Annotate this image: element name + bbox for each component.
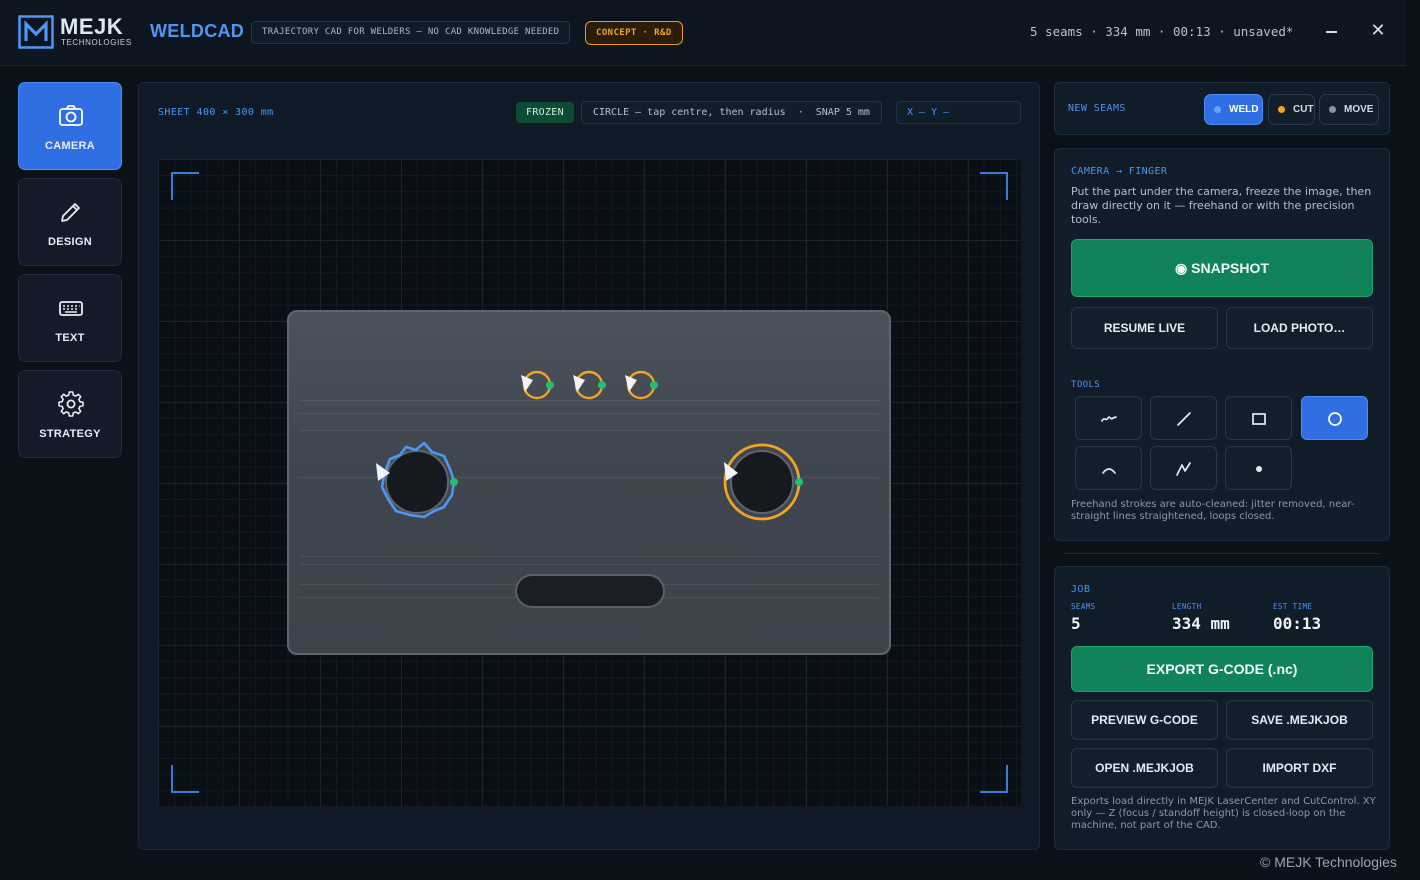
logo-word: MEJK (60, 14, 124, 39)
resume-live-button[interactable]: RESUME LIVE (1071, 307, 1218, 349)
copyright: © MEJK Technologies (1260, 854, 1397, 870)
mode-label: WELD (1229, 104, 1259, 115)
seam-end-point (450, 478, 458, 486)
time-stat-value: 00:13 (1273, 614, 1322, 633)
cursor-coordinates: X — Y — (896, 101, 1021, 124)
polyline-tool[interactable] (1150, 446, 1217, 490)
freehand-tool[interactable] (1075, 396, 1142, 440)
camera-description: Put the part under the camera, freeze th… (1071, 185, 1372, 226)
seams-stat-label: SEAMS (1071, 602, 1096, 611)
length-stat-value: 334 mm (1172, 614, 1230, 633)
nav-label: STRATEGY (39, 428, 101, 440)
line-icon (1177, 412, 1191, 426)
workspace-panel: SHEET 400 × 300 mm FROZEN CIRCLE — tap c… (138, 82, 1040, 850)
new-seams-label: NEW SEAMS (1068, 103, 1126, 114)
mode-label: CUT (1293, 104, 1314, 115)
rectangle-tool[interactable] (1225, 396, 1292, 440)
nav-label: TEXT (55, 332, 85, 344)
minimize-button[interactable] (1326, 31, 1337, 33)
mode-weld-button[interactable]: WELD (1204, 94, 1263, 125)
seams-stat-value: 5 (1071, 614, 1081, 633)
cut-seam[interactable] (521, 370, 554, 400)
camera-panel: CAMERA → FINGER Put the part under the c… (1054, 148, 1390, 541)
nav-label: CAMERA (44, 140, 96, 152)
concept-badge: CONCEPT · R&D (585, 21, 683, 45)
cut-dot-icon (1278, 106, 1285, 113)
nav-camera[interactable]: CAMERA (18, 82, 122, 170)
cut-seam[interactable] (573, 370, 606, 400)
snapshot-button[interactable]: ◉ SNAPSHOT (1071, 239, 1373, 297)
mode-move-button[interactable]: MOVE (1319, 94, 1379, 125)
logo-subtitle: TECHNOLOGIES (61, 38, 132, 47)
line-tool[interactable] (1150, 396, 1217, 440)
sheet-size-label: SHEET 400 × 300 mm (158, 107, 274, 118)
circle-tool[interactable] (1301, 396, 1368, 440)
plate-hole (385, 450, 449, 514)
time-stat-label: EST TIME (1273, 602, 1313, 611)
mode-cut-button[interactable]: CUT (1268, 94, 1315, 125)
length-stat-label: LENGTH (1172, 602, 1202, 611)
mode-label: MOVE (1344, 104, 1374, 115)
rectangle-icon (1252, 413, 1266, 425)
new-seams-panel: NEW SEAMS WELD CUT MOVE (1054, 82, 1390, 135)
save-job-button[interactable]: SAVE .MEJKJOB (1226, 700, 1373, 740)
tools-label: TOOLS (1071, 380, 1101, 390)
freehand-icon (1101, 416, 1117, 422)
freehand-note: Freehand strokes are auto-cleaned: jitte… (1071, 499, 1355, 522)
load-photo-button[interactable]: LOAD PHOTO… (1226, 307, 1373, 349)
cut-seam[interactable] (625, 370, 658, 400)
keyboard-icon (59, 301, 83, 316)
import-dxf-button[interactable]: IMPORT DXF (1226, 748, 1373, 788)
gear-icon (58, 391, 84, 417)
nav-design[interactable]: DESIGN (18, 178, 122, 266)
tool-hint: CIRCLE — tap centre, then radius · SNAP … (581, 101, 882, 124)
job-panel: JOB SEAMS 5 LENGTH 334 mm EST TIME 00:13… (1054, 566, 1390, 850)
mejk-logo-icon (18, 15, 54, 49)
nav-strategy[interactable]: STRATEGY (18, 370, 122, 458)
app-title: WELDCAD (150, 21, 245, 41)
seam-end-point (795, 478, 803, 486)
plate-hole (730, 450, 794, 514)
pencil-icon (61, 203, 80, 222)
frozen-badge: FROZEN (516, 102, 574, 123)
move-dot-icon (1329, 106, 1336, 113)
arc-icon (1102, 468, 1116, 474)
polyline-icon (1176, 462, 1191, 476)
job-status: 5 seams · 334 mm · 00:13 · unsaved* (1030, 24, 1294, 39)
open-job-button[interactable]: OPEN .MEJKJOB (1071, 748, 1218, 788)
export-note: Exports load directly in MEJK LaserCente… (1071, 796, 1376, 831)
camera-panel-label: CAMERA → FINGER (1071, 166, 1168, 177)
tagline: TRAJECTORY CAD FOR WELDERS — NO CAD KNOW… (251, 21, 571, 44)
point-icon (1256, 466, 1262, 472)
circle-icon (1328, 412, 1342, 426)
preview-gcode-button[interactable]: PREVIEW G-CODE (1071, 700, 1218, 740)
nav-label: DESIGN (48, 236, 92, 248)
point-tool[interactable] (1225, 446, 1292, 490)
job-label: JOB (1071, 584, 1091, 595)
weld-dot-icon (1214, 106, 1221, 113)
divider (1064, 553, 1380, 554)
export-gcode-button[interactable]: EXPORT G-CODE (.nc) (1071, 646, 1373, 692)
close-button[interactable]: ✕ (1369, 22, 1387, 40)
camera-icon (59, 105, 83, 126)
seam-overlay (376, 370, 803, 521)
arc-tool[interactable] (1075, 446, 1142, 490)
drawing-canvas[interactable] (158, 159, 1021, 806)
app-header: MEJK TECHNOLOGIES WELDCAD TRAJECTORY CAD… (0, 0, 1406, 66)
nav-text[interactable]: TEXT (18, 274, 122, 362)
